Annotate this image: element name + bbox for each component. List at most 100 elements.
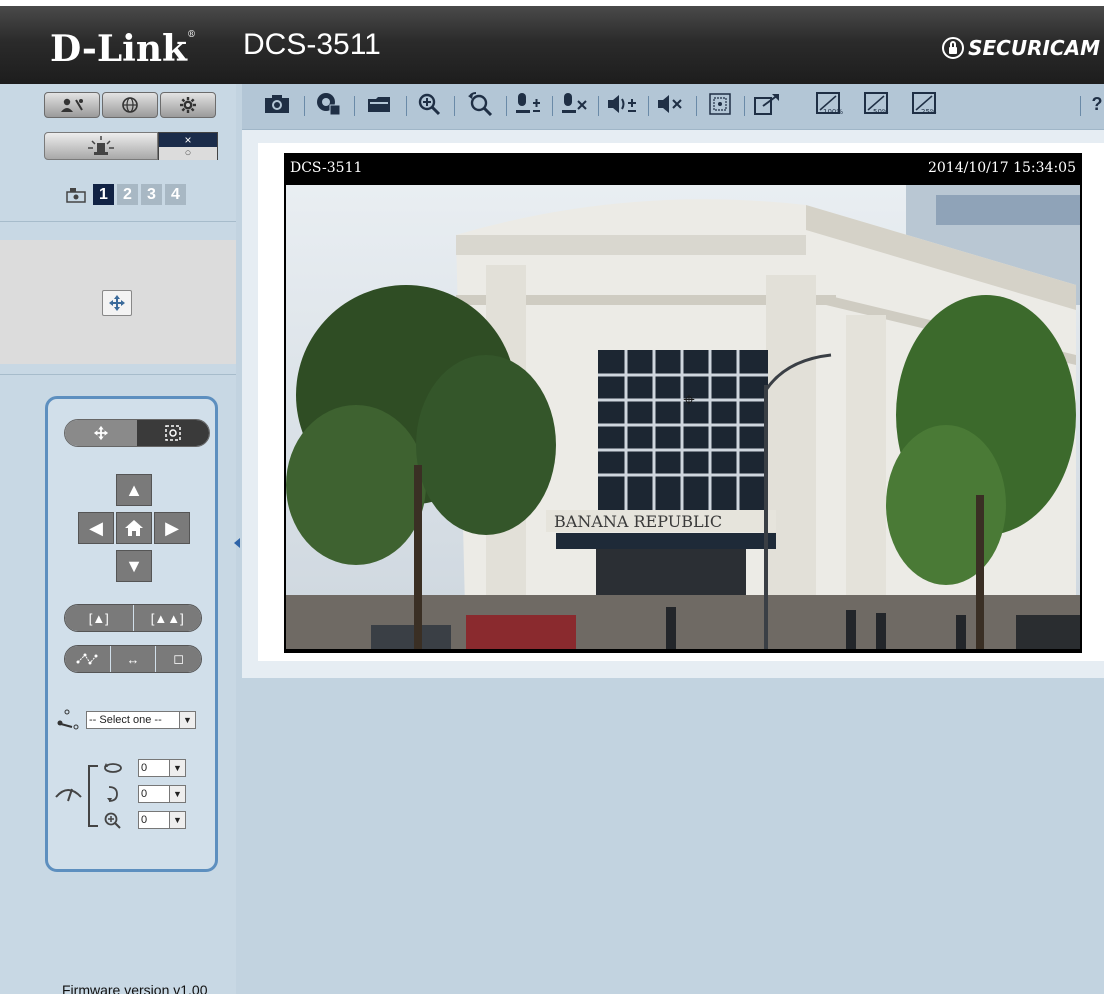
folder-icon (368, 97, 390, 112)
size-50-button[interactable]: 50% (864, 92, 894, 116)
speed-gauge-icon (55, 788, 82, 802)
user-setup-button[interactable] (44, 92, 100, 118)
camera-scene-image: BANANA REPUBLIC (286, 185, 1080, 649)
folder-button[interactable] (364, 92, 394, 116)
timestamp-label: 2014/10/17 15:34:05 (927, 160, 1076, 176)
zoom-controls: [▲] [▲▲] (64, 604, 202, 632)
firmware-version: Firmware version v1.00 (62, 982, 208, 994)
fullscreen-icon (709, 93, 731, 115)
size-50-icon: 50% (864, 92, 889, 116)
size-25-icon: 25% (912, 92, 937, 116)
mic-volume-icon (516, 93, 540, 113)
stop-button[interactable]: ◻ (156, 646, 201, 672)
tilt-up-button[interactable]: ▲ (116, 474, 152, 506)
tilt-speed-select[interactable]: 0 ▼ (138, 785, 186, 803)
channel-3-button[interactable]: 3 (141, 184, 162, 205)
securicam-logo: SECURICAM (942, 36, 1100, 60)
camera-icon (66, 187, 86, 203)
home-button[interactable] (116, 512, 152, 544)
speed-bracket (88, 765, 98, 827)
speaker-mute-button[interactable] (656, 92, 686, 116)
digital-zoom-button[interactable] (414, 92, 444, 116)
pan-left-button[interactable]: ◀ (78, 512, 114, 544)
sidebar-top-controls: × ○ 1 2 3 4 (0, 84, 236, 222)
globe-icon (122, 97, 138, 113)
zoom-in-button[interactable]: [▲] (65, 605, 134, 631)
top-header: D-Link® DCS-3511 SECURICAM (0, 0, 1104, 84)
horizontal-scan-button[interactable]: ↔ (110, 646, 157, 672)
video-osd-bar: DCS-3511 2014/10/17 15:34:05 (284, 153, 1082, 183)
brand-logo: D-Link® (50, 28, 196, 70)
navigation-box (0, 240, 236, 364)
pan-mode-button[interactable] (65, 420, 137, 446)
pan-speed-row: 0 ▼ (102, 759, 186, 777)
ptz-mode-switch (64, 419, 210, 447)
record-icon (317, 93, 341, 116)
speaker-volume-button[interactable] (606, 92, 638, 116)
network-button[interactable] (102, 92, 158, 118)
resize-icon (754, 94, 779, 115)
channel-selector: 1 2 3 4 (66, 184, 186, 205)
resize-button[interactable] (752, 92, 782, 116)
snapshot-button[interactable] (262, 92, 292, 116)
alarm-off-option[interactable]: × (159, 133, 217, 147)
alarm-on-option[interactable]: ○ (159, 147, 217, 160)
digital-zoom-icon (418, 93, 441, 116)
alarm-output-button[interactable] (44, 132, 158, 160)
mic-mute-icon (562, 93, 587, 113)
tilt-down-button[interactable]: ▼ (116, 550, 152, 582)
fullscreen-button[interactable] (706, 92, 734, 116)
gear-icon (180, 97, 196, 113)
zoom-speed-select[interactable]: 0 ▼ (138, 811, 186, 829)
svg-text:100%: 100% (823, 108, 843, 116)
channel-2-button[interactable]: 2 (117, 184, 138, 205)
preset-select[interactable]: -- Select one -- ▼ (86, 711, 196, 729)
crosshair-icon: ⌖ (683, 389, 695, 411)
pan-speed-select[interactable]: 0 ▼ (138, 759, 186, 777)
pan-right-button[interactable]: ▶ (154, 512, 190, 544)
zoom-out-button[interactable]: [▲▲] (133, 605, 201, 631)
settings-button[interactable] (160, 92, 216, 118)
zoom-reset-icon (468, 92, 493, 116)
move-icon[interactable] (102, 290, 132, 316)
preset-row: -- Select one -- ▼ (56, 709, 196, 731)
top-icon-row (44, 92, 216, 118)
alarm-toggle[interactable]: × ○ (158, 132, 218, 160)
sidebar-divider (0, 374, 236, 375)
snapshot-icon (265, 95, 289, 113)
home-icon (125, 520, 143, 536)
live-video[interactable]: DCS-3511 2014/10/17 15:34:05 BANANA REPU… (284, 153, 1082, 653)
zoom-magnifier-icon (104, 812, 121, 829)
video-toolbar: 100% 50% 25% ? (242, 84, 1104, 130)
channel-1-button[interactable]: 1 (93, 184, 114, 205)
camera-name-label: DCS-3511 (290, 160, 363, 176)
path-button[interactable] (65, 646, 111, 672)
zoom-mode-button[interactable] (137, 420, 209, 446)
size-100-icon: 100% (816, 92, 843, 116)
path-controls: ↔ ◻ (64, 645, 202, 673)
svg-text:50%: 50% (873, 108, 889, 116)
zoom-reset-button[interactable] (464, 92, 496, 116)
help-icon: ? (1091, 93, 1103, 114)
mic-volume-button[interactable] (514, 92, 542, 116)
help-button[interactable]: ? (1090, 92, 1104, 116)
tilt-speed-row: 0 ▼ (102, 785, 186, 803)
store-sign: BANANA REPUBLIC (554, 512, 722, 531)
mic-mute-button[interactable] (560, 92, 588, 116)
speaker-mute-icon (658, 95, 682, 113)
record-button[interactable] (314, 92, 344, 116)
alarm-siren-icon (88, 136, 114, 155)
speaker-volume-icon (608, 95, 636, 113)
size-25-button[interactable]: 25% (912, 92, 942, 116)
speed-controls: 0 ▼ 0 ▼ 0 ▼ (54, 759, 214, 839)
zoom-box-icon (165, 425, 181, 441)
left-sidebar: × ○ 1 2 3 4 ▲ ◀ ▶ ▼ [▲] [▲▲] ↔ ◻ -- Sele… (0, 84, 236, 994)
collapse-sidebar-icon[interactable] (234, 538, 240, 548)
preset-point-icon (57, 709, 79, 730)
lock-icon (942, 37, 965, 59)
pan-rotate-icon (104, 763, 122, 773)
size-100-button[interactable]: 100% (816, 92, 846, 116)
tilt-rotate-icon (107, 786, 118, 802)
channel-4-button[interactable]: 4 (165, 184, 186, 205)
zoom-speed-row: 0 ▼ (102, 811, 186, 829)
